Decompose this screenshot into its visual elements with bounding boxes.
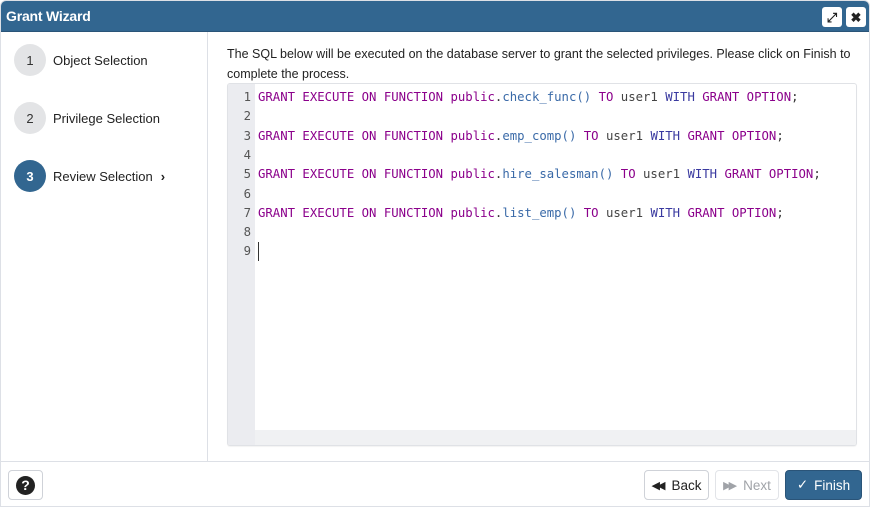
sql-keyword: TO xyxy=(620,167,636,182)
finish-label: Finish xyxy=(814,477,851,493)
sql-statement: GRANT EXECUTE ON FUNCTION public.check_f… xyxy=(258,88,799,107)
sql-punct: ; xyxy=(791,90,799,104)
sql-keyword: GRANT OPTION xyxy=(687,128,777,143)
sql-punct: ; xyxy=(776,205,784,220)
line-number: 2 xyxy=(243,109,251,124)
text-cursor xyxy=(258,242,259,261)
step-number: 2 xyxy=(14,102,46,134)
check-icon: ✓ xyxy=(796,477,809,492)
line-number: 6 xyxy=(243,186,251,201)
line-number: 5 xyxy=(243,167,251,182)
line-number: 8 xyxy=(243,225,251,240)
sql-keyword: WITH xyxy=(650,205,681,220)
sql-punct: ; xyxy=(776,128,784,143)
sql-keyword: GRANT OPTION xyxy=(687,205,777,220)
main-panel: The SQL below will be executed on the da… xyxy=(209,32,869,461)
sql-identifier: user1 xyxy=(606,128,644,143)
grant-wizard-dialog: Grant Wizard ⤢ ✖ 1 Object Selection 2 Pr… xyxy=(0,0,870,507)
help-button[interactable]: ? xyxy=(8,470,43,500)
chevron-right-icon: › xyxy=(160,168,166,184)
line-number: 9 xyxy=(243,244,251,259)
title-bar[interactable]: Grant Wizard ⤢ ✖ xyxy=(1,1,869,32)
back-button[interactable]: ◀◀ Back xyxy=(644,470,709,500)
next-button[interactable]: ▶▶ Next xyxy=(715,470,779,500)
sql-keyword: GRANT EXECUTE ON FUNCTION public xyxy=(258,90,495,104)
sql-editor[interactable]: 1 GRANT EXECUTE ON FUNCTION public.check_… xyxy=(227,83,857,446)
step-label: Review Selection xyxy=(53,168,153,184)
step-review-selection: 3 Review Selection › xyxy=(14,160,165,192)
horizontal-scrollbar[interactable] xyxy=(255,430,856,445)
next-label: Next xyxy=(743,477,771,493)
dialog-footer: ? ◀◀ Back ▶▶ Next ✓ Finish xyxy=(1,461,869,506)
sql-keyword: GRANT OPTION xyxy=(702,90,792,104)
sql-keyword: WITH xyxy=(687,167,718,182)
fast-forward-icon: ▶▶ xyxy=(723,479,737,492)
help-icon: ? xyxy=(16,475,35,495)
sql-keyword: TO xyxy=(583,205,599,220)
sql-function-name: list_emp() xyxy=(502,205,577,220)
sql-punct: ; xyxy=(813,167,821,182)
sql-keyword: GRANT EXECUTE ON FUNCTION public xyxy=(258,167,495,182)
expand-icon[interactable]: ⤢ xyxy=(822,7,842,27)
sql-keyword: GRANT EXECUTE ON FUNCTION public xyxy=(258,205,495,220)
back-label: Back xyxy=(671,477,702,493)
sql-keyword: GRANT OPTION xyxy=(724,167,814,182)
sql-identifier: user1 xyxy=(643,167,681,182)
sql-keyword: WITH xyxy=(665,90,695,104)
wizard-steps: 1 Object Selection 2 Privilege Selection… xyxy=(1,32,208,461)
step-number: 3 xyxy=(14,160,46,192)
sql-keyword: GRANT EXECUTE ON FUNCTION public xyxy=(258,128,495,143)
sql-keyword: TO xyxy=(598,90,614,104)
step-privilege-selection: 2 Privilege Selection xyxy=(14,102,160,134)
sql-identifier: user1 xyxy=(606,205,644,220)
sql-statement: GRANT EXECUTE ON FUNCTION public.hire_sa… xyxy=(258,165,821,184)
sql-function-name: check_func() xyxy=(502,90,592,104)
sql-keyword: TO xyxy=(583,128,599,143)
dialog-title: Grant Wizard xyxy=(6,8,91,24)
sql-description: The SQL below will be executed on the da… xyxy=(227,47,851,81)
step-object-selection: 1 Object Selection xyxy=(14,44,148,76)
rewind-icon: ◀◀ xyxy=(651,479,666,492)
sql-statement: GRANT EXECUTE ON FUNCTION public.list_em… xyxy=(258,204,784,223)
sql-statement: GRANT EXECUTE ON FUNCTION public.emp_com… xyxy=(258,127,784,146)
step-number: 1 xyxy=(14,44,46,76)
finish-button[interactable]: ✓ Finish xyxy=(785,470,862,500)
sql-identifier: user1 xyxy=(620,90,658,104)
line-number: 1 xyxy=(243,90,251,104)
sql-function-name: emp_comp() xyxy=(502,128,577,143)
step-label: Object Selection xyxy=(53,52,148,68)
line-number: 7 xyxy=(243,205,251,220)
sql-function-name: hire_salesman() xyxy=(502,167,614,182)
line-number: 3 xyxy=(243,128,251,143)
line-number: 4 xyxy=(243,147,251,162)
close-icon[interactable]: ✖ xyxy=(846,7,866,27)
sql-keyword: WITH xyxy=(650,128,681,143)
step-label: Privilege Selection xyxy=(53,110,160,126)
